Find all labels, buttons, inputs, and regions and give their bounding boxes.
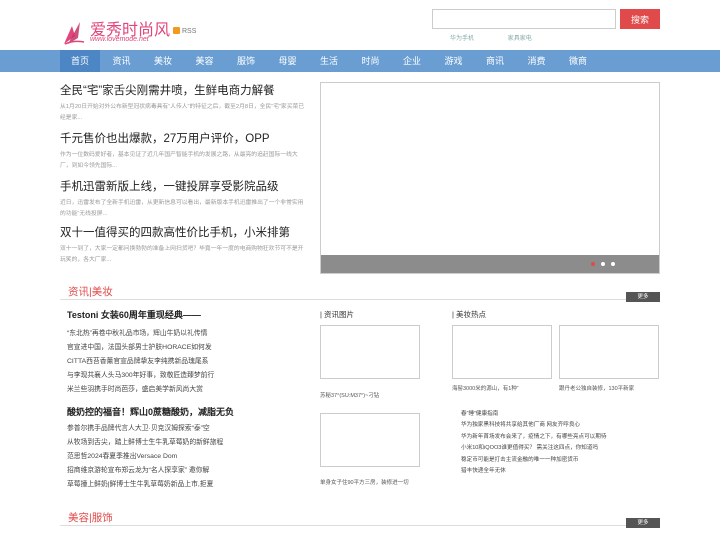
headline-desc: 从1月20日开始对外公布新型冠状病毒具有“人传人”的特征之后，截至2月8日，全民… [60,104,305,121]
hot-links: 华为手机 家具家电 [450,33,564,42]
list-item[interactable]: 与李现共襄人头马300年好事，致敬匠造臻梦前行 [67,369,307,383]
nav-item[interactable]: 美容 [185,50,225,72]
list-item[interactable]: 猎丰快递全年无休 [461,466,661,477]
rss-label: RSS [182,28,197,35]
column-headline[interactable]: 酸奶控的福音！辉山0蔗糖酸奶，减脂无负 [67,405,307,418]
headline-item[interactable]: 千元售价也出爆款，27万用户评价，OPP 作为一位数码爱好者，基本见证了近几年国… [60,130,310,172]
nav-item[interactable]: 商讯 [475,50,515,72]
column-title: | 资讯图片 [320,310,355,319]
thumbnail-caption[interactable]: 单身女子住90平方三房，装修进一切 [320,478,409,486]
nav-item[interactable]: 服饰 [226,50,266,72]
list-item[interactable]: 招商维京游轮宣布郑云龙为“名人探享家” 邀你解 [67,464,307,478]
list-item[interactable]: 范思哲2024春夏季推出Versace Dom [67,450,307,464]
slider-dot[interactable] [611,262,615,266]
headline-item[interactable]: 全民“宅”家舌尖刚需井喷，生鲜电商力解餐 从1月20日开始对外公布新型冠状病毒具… [60,82,310,124]
nav-item[interactable]: 游戏 [434,50,474,72]
nav-item[interactable]: 时尚 [351,50,391,72]
image-slider[interactable] [320,82,660,274]
headline-title[interactable]: 千元售价也出爆款，27万用户评价，OPP [60,130,310,146]
logo-url: www.lovemode.net [90,36,149,43]
headline-title[interactable]: 手机迅雷新版上线，一键投屏享受影院品级 [60,178,310,194]
slider-caption-bar [321,255,659,273]
news-thumbnail[interactable] [320,325,420,379]
thumbnail-caption[interactable]: 跟丹老公独自装修，130平新家 [559,384,634,392]
thumbnail-caption[interactable]: 苏秘37°(SU:M37°)~刁钻 [320,391,379,399]
list-item[interactable]: 米兰些羽携手时尚芭莎，盛启美学新风尚大赏 [67,383,307,397]
nav-item[interactable]: 微商 [558,50,598,72]
rss-link[interactable]: RSS [173,27,196,35]
section-title[interactable]: 资讯|美妆 [68,284,113,299]
list-item[interactable]: 参普尔携手品牌代言人大卫·贝克汉姆探索“泰”空 [67,422,307,436]
list-item[interactable]: 稳定币可能是打击主流金融的唯一一种加密货币 [461,455,661,466]
search-input[interactable] [432,9,616,29]
headline-desc: 近日，迅雷发布了全新手机迅雷，从更新信息可以看出，最新版本手机迅雷推出了一个非常… [60,200,304,217]
headline-desc: 双十一到了，大家一定都问换勃勃的准备上网扫货吧？毕竟一年一度的电商购物狂欢节可不… [60,246,304,263]
slider-dot[interactable] [591,262,595,266]
list-item[interactable]: 小米10和iQOO3谁更值得买？ 需关注这四点，你知道吗 [461,443,661,454]
search-button[interactable]: 搜索 [620,9,660,29]
list-item[interactable]: 从牧场到舌尖，踏上鲜博士生牛乳草莓奶的新鲜旅程 [67,436,307,450]
butterfly-logo-icon [64,22,85,45]
nav-item[interactable]: 企业 [392,50,432,72]
headline-desc: 作为一位数码爱好者，基本见证了近几年国产智能手机的发展之路，从最亮的追赶国际一线… [60,152,298,169]
site-logo[interactable]: 爱秀时尚风 www.lovemode.net [62,14,170,48]
main-nav: 首页 资讯 美妆 美容 服饰 母婴 生活 时尚 企业 游戏 商讯 消费 微商 [0,50,720,72]
nav-item[interactable]: 美妆 [143,50,183,72]
column-title: | 美妆热点 [452,310,487,319]
hot-link[interactable]: 家具家电 [508,36,532,42]
news-thumbnail[interactable] [320,413,420,467]
nav-item[interactable]: 消费 [517,50,557,72]
headline-title[interactable]: 双十一值得买的四款高性价比手机，小米排第 [60,224,310,240]
more-button[interactable]: 更多 [626,292,660,302]
news-thumbnail[interactable] [452,325,552,379]
thumbnail-caption[interactable]: 海髻3000米的源山，有1种“ [452,384,519,392]
list-item[interactable]: “东北热”再卷中秋礼品市场，辉山牛奶以礼传情 [67,327,307,341]
headline-item[interactable]: 手机迅雷新版上线，一键投屏享受影院品级 近日，迅雷发布了全新手机迅雷，从更新信息… [60,178,310,220]
section-title[interactable]: 美容|服饰 [68,510,113,525]
headline-title[interactable]: 全民“宅”家舌尖刚需井喷，生鲜电商力解餐 [60,82,310,98]
rss-icon [173,27,180,34]
column-headline[interactable]: Testoni 女装60周年重现经典—— [67,308,307,321]
list-item[interactable]: 华为新年首场发布会来了，疫情之下，有哪些亮点可以期待 [461,432,661,443]
list-item[interactable]: 春“睡”健康指南 [461,409,661,420]
hot-list: 春“睡”健康指南 华为独家黑科技将共享给其他厂商 网友齐呼良心 华为新年首场发布… [461,409,661,477]
header: 爱秀时尚风 www.lovemode.net RSS 搜索 华为手机 家具家电 [0,0,720,50]
nav-item[interactable]: 资讯 [102,50,142,72]
more-button[interactable]: 更多 [626,518,660,528]
news-thumbnail[interactable] [559,325,659,379]
nav-item[interactable]: 母婴 [268,50,308,72]
list-item[interactable]: 官宣进中国，法国头部男士护肤HORACE如何发 [67,341,307,355]
list-item[interactable]: CITTA西苔香薰官宣品牌挚友李纯携新品瑰尾系 [67,355,307,369]
nav-item[interactable]: 生活 [309,50,349,72]
nav-item[interactable]: 首页 [60,50,100,72]
list-item[interactable]: 草莓撞上鲜奶|鲜博士生牛乳草莓奶新品上市,拒夏 [67,478,307,492]
headline-item[interactable]: 双十一值得买的四款高性价比手机，小米排第 双十一到了，大家一定都问换勃勃的准备上… [60,224,310,266]
news-column: Testoni 女装60周年重现经典—— “东北热”再卷中秋礼品市场，辉山牛奶以… [67,308,307,492]
section-header: 美容|服饰 更多 [60,510,660,528]
section-header: 资讯|美妆 更多 [60,284,660,302]
slider-dot[interactable] [601,262,605,266]
list-item[interactable]: 华为独家黑科技将共享给其他厂商 网友齐呼良心 [461,420,661,431]
hot-link[interactable]: 华为手机 [450,36,474,42]
